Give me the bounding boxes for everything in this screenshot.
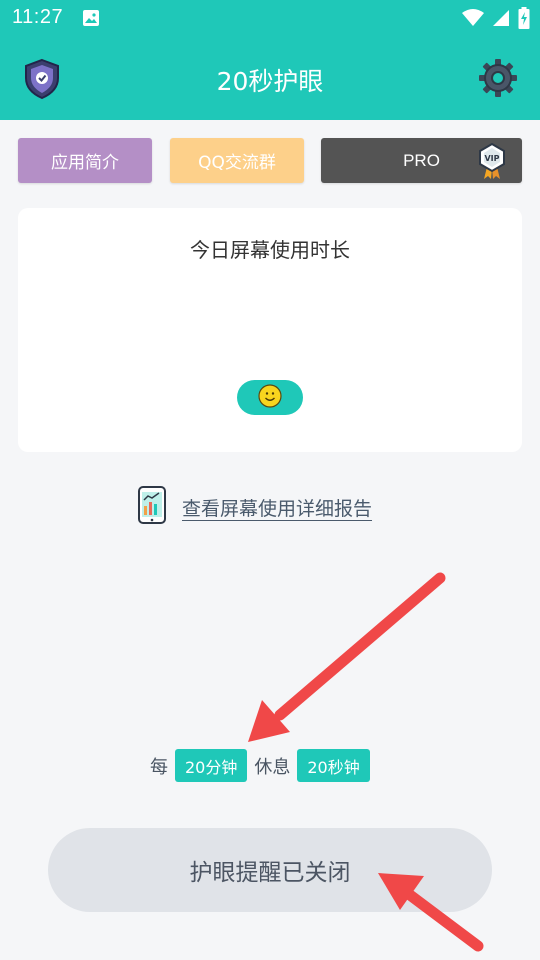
interval-prefix: 每 bbox=[150, 756, 168, 778]
gear-icon[interactable] bbox=[478, 58, 518, 98]
eye-reminder-label: 护眼提醒已关闭 bbox=[189, 860, 351, 886]
usage-report-label: 查看屏幕使用详细报告 bbox=[182, 497, 373, 520]
work-duration-chip[interactable]: 20分钟 bbox=[175, 749, 248, 782]
app-bar: 20秒护眼 bbox=[0, 36, 540, 120]
smiley-icon bbox=[258, 383, 282, 412]
mood-pill[interactable] bbox=[237, 380, 303, 415]
interval-setting: 每 20分钟 休息 20秒钟 bbox=[150, 749, 370, 782]
wifi-icon bbox=[462, 9, 484, 31]
photo-icon bbox=[82, 9, 100, 31]
status-time: 11:27 bbox=[12, 6, 64, 28]
pro-button-label: PRO bbox=[403, 150, 440, 170]
status-bar: 11:27 bbox=[0, 0, 540, 36]
svg-text:VIP: VIP bbox=[484, 154, 499, 163]
interval-middle: 休息 bbox=[254, 756, 291, 778]
qq-group-button[interactable]: QQ交流群 bbox=[170, 138, 304, 183]
usage-report-link[interactable]: 查看屏幕使用详细报告 bbox=[138, 486, 372, 528]
screen-usage-card: 今日屏幕使用时长 bbox=[18, 208, 522, 452]
screen-usage-title: 今日屏幕使用时长 bbox=[190, 238, 350, 262]
signal-icon bbox=[492, 9, 510, 31]
eye-reminder-toggle[interactable]: 护眼提醒已关闭 bbox=[48, 828, 492, 912]
app-intro-button[interactable]: 应用简介 bbox=[18, 138, 152, 183]
vip-badge-icon: VIP bbox=[478, 142, 506, 186]
pro-button[interactable]: PRO VIP bbox=[321, 138, 522, 183]
phone-chart-icon bbox=[138, 486, 166, 528]
battery-charging-icon bbox=[518, 7, 530, 33]
app-title: 20秒护眼 bbox=[216, 67, 324, 96]
rest-duration-chip[interactable]: 20秒钟 bbox=[297, 749, 370, 782]
arrow-icon bbox=[248, 572, 446, 742]
